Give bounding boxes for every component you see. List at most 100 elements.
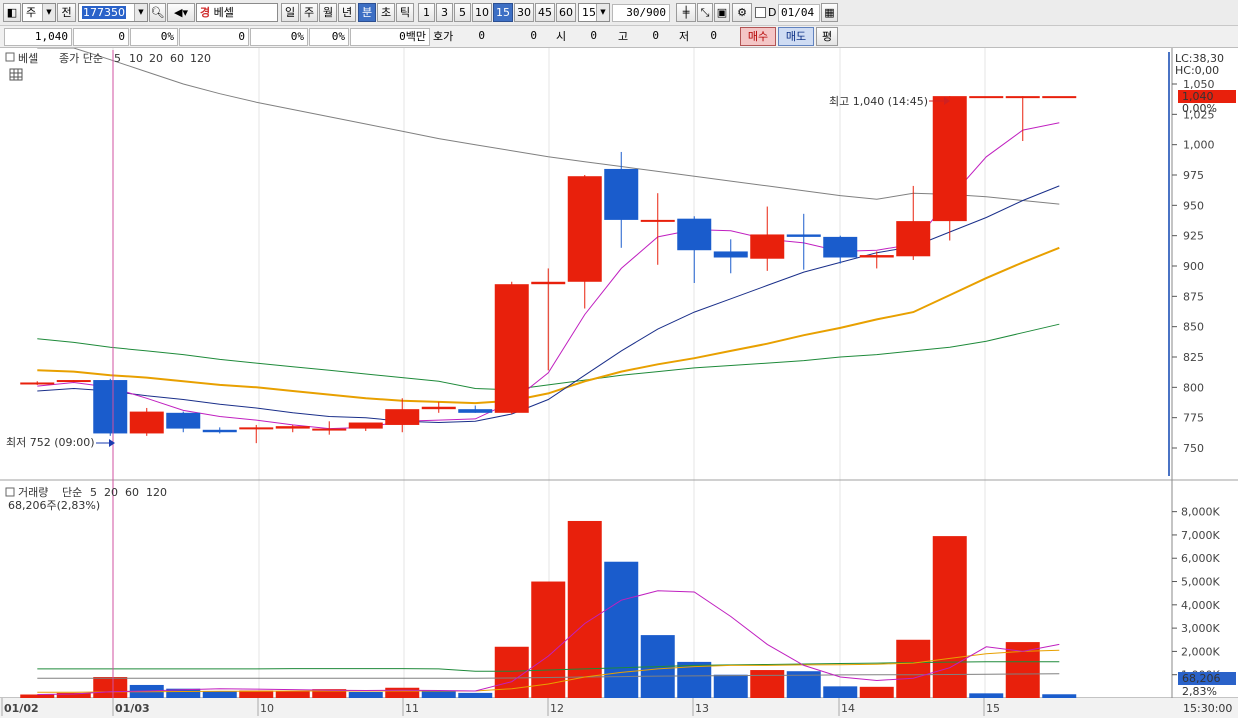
candle-body — [202, 429, 237, 433]
candle-body — [20, 382, 55, 385]
chevron-down-icon[interactable]: ▼ — [596, 4, 609, 21]
date-checkbox-label: D — [768, 6, 777, 19]
volume-bar — [713, 674, 748, 698]
volume-bar — [531, 581, 566, 698]
gear-icon[interactable]: ⚙ — [732, 3, 752, 22]
candle-body — [896, 221, 931, 257]
low-label: 저 — [679, 30, 690, 43]
open-field: 0 — [590, 29, 597, 42]
hoga1-field: 0 — [478, 29, 485, 42]
volume-tick-label: 2,000K — [1181, 645, 1220, 658]
volume-bar — [932, 536, 967, 698]
volume-bar — [969, 693, 1004, 698]
interval-5[interactable]: 5 — [454, 3, 471, 22]
price-tick-label: 850 — [1183, 321, 1204, 334]
volume-tick-label: 8,000K — [1181, 506, 1220, 519]
chevron-down-icon[interactable]: ▼ — [42, 4, 55, 21]
calendar-icon[interactable]: ▦ — [821, 3, 838, 22]
interval-1[interactable]: 1 — [418, 3, 435, 22]
volume-tick-label: 5,000K — [1181, 576, 1220, 589]
stock-code-input[interactable]: 177350 ▼ — [78, 3, 148, 22]
volume-bar — [20, 694, 55, 698]
table-icon[interactable] — [9, 68, 23, 81]
volume-tick-label: 6,000K — [1181, 552, 1220, 565]
interval-value: 15 — [582, 6, 596, 19]
period-week[interactable]: 주 — [300, 3, 318, 22]
volume-bar — [604, 561, 639, 698]
open-label: 시 — [556, 30, 567, 43]
low-annotation: 최저 752 (09:00) — [6, 436, 95, 449]
price-tick-label: 875 — [1183, 290, 1204, 303]
sound-icon[interactable]: ◀▾ — [167, 3, 195, 22]
high-label: 고 — [618, 30, 629, 43]
time-axis-background — [0, 698, 1238, 718]
ma-legend-10: 10 — [129, 52, 143, 65]
candle-body — [348, 422, 383, 429]
search-icon[interactable]: 🔍︎ — [149, 3, 166, 22]
volume-subtitle: 68,206주(2,83%) — [8, 499, 100, 512]
volume-bar — [458, 692, 493, 698]
period-minute[interactable]: 분 — [358, 3, 376, 22]
ma-legend-120: 120 — [190, 52, 211, 65]
interval-10[interactable]: 10 — [472, 3, 492, 22]
buy-button[interactable]: 매수 — [740, 27, 776, 46]
interval-60[interactable]: 60 — [556, 3, 576, 22]
interval-select[interactable]: 15 ▼ — [578, 3, 610, 22]
eval-button[interactable]: 평 — [816, 27, 838, 46]
period-day[interactable]: 일 — [281, 3, 299, 22]
price-tick-label: 775 — [1183, 412, 1204, 425]
candle-body — [969, 96, 1004, 99]
candle-body — [239, 427, 274, 430]
period-month[interactable]: 월 — [319, 3, 337, 22]
interval-15[interactable]: 15 — [493, 3, 513, 22]
stock-name-field[interactable]: 경 베셀 — [196, 3, 278, 22]
count-field[interactable]: 30/900 — [612, 4, 670, 22]
date-field[interactable]: 01/04 — [778, 4, 820, 22]
stock-name: 베셀 — [213, 6, 234, 19]
time-tick-label: 01/03 — [115, 702, 150, 715]
period-second[interactable]: 초 — [377, 3, 395, 22]
candle-body — [129, 411, 164, 434]
candle-body — [93, 380, 128, 434]
price-tick-label: 950 — [1183, 199, 1204, 212]
volume-bar — [494, 646, 529, 698]
volume-bar — [1005, 642, 1040, 698]
candle-body — [421, 406, 456, 410]
candle-body — [750, 234, 785, 259]
chart-canvas[interactable]: 7507758008258508759009259509751,0001,025… — [0, 48, 1238, 718]
interval-3[interactable]: 3 — [436, 3, 453, 22]
volume-bar — [421, 691, 456, 698]
price-panel-title: 베셀 — [18, 52, 38, 65]
candle-body — [859, 255, 894, 258]
save-icon[interactable]: ▣ — [714, 3, 730, 22]
draw-icon[interactable]: ⤡ — [697, 3, 713, 22]
chevron-down-icon[interactable]: ▼ — [134, 4, 147, 21]
period-year[interactable]: 년 — [338, 3, 356, 22]
candle-body — [932, 96, 967, 222]
prev-button[interactable]: 전 — [57, 3, 76, 22]
candle-icon[interactable]: ╪ — [676, 3, 696, 22]
candle-body — [823, 236, 858, 258]
volume-bar — [823, 686, 858, 698]
vol2-pct-field: 0% — [309, 28, 349, 46]
time-tick-label: 13 — [695, 702, 709, 715]
vol-ma-legend-20: 20 — [104, 486, 118, 499]
time-tick-label: 10 — [260, 702, 274, 715]
period-tick[interactable]: 틱 — [396, 3, 414, 22]
time-tick-label: 11 — [405, 702, 419, 715]
market-value: 주 — [26, 6, 37, 19]
candle-body — [56, 380, 91, 383]
volume-field: 0 — [179, 28, 249, 46]
sell-button[interactable]: 매도 — [778, 27, 814, 46]
market-select[interactable]: 주 ▼ — [22, 3, 56, 22]
interval-45[interactable]: 45 — [535, 3, 555, 22]
last-volume-label: 68,206 — [1182, 672, 1221, 685]
hoga2-field: 0 — [530, 29, 537, 42]
candle-body — [312, 428, 347, 431]
volume-panel-title: 거래량 — [18, 486, 48, 499]
candle-body — [604, 168, 639, 220]
layout-icon[interactable]: ◧ — [3, 3, 21, 22]
interval-30[interactable]: 30 — [514, 3, 534, 22]
price-tick-label: 975 — [1183, 169, 1204, 182]
date-checkbox[interactable] — [755, 7, 766, 18]
